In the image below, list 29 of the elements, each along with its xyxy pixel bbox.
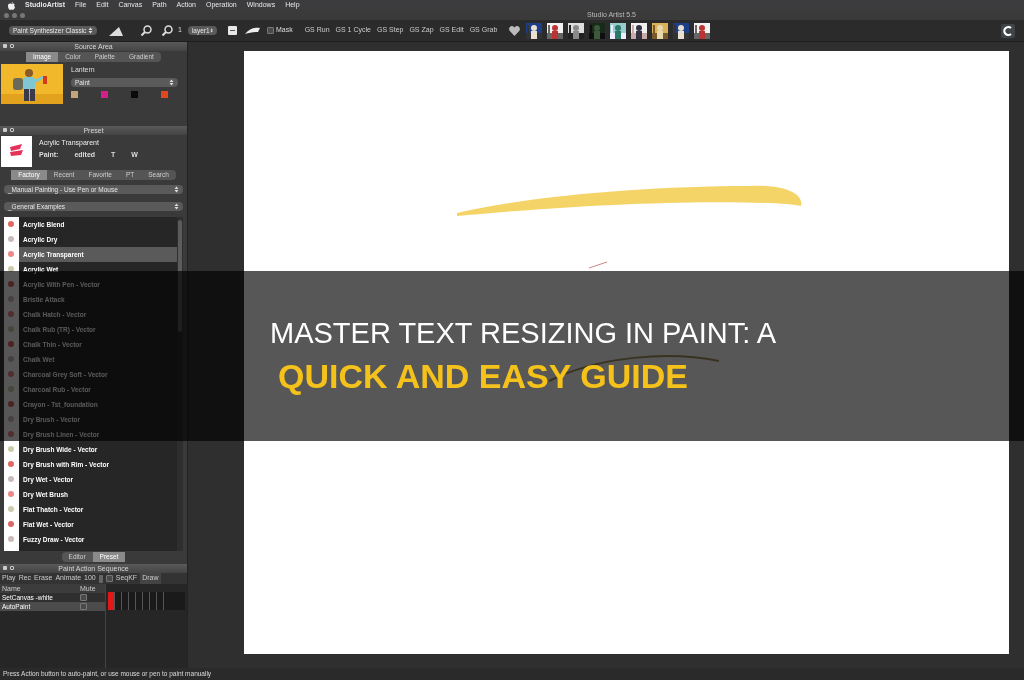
zoom-out-icon[interactable] [162,25,173,36]
preset-thumbnail [1,136,32,167]
scrollbar[interactable] [177,217,183,551]
updown-arrows-icon [174,186,179,193]
updown-arrows-icon [209,27,213,34]
refresh-icon[interactable] [1001,23,1015,38]
mute-checkbox[interactable] [80,603,87,610]
zoom-in-icon[interactable] [141,25,152,36]
color-swatch[interactable] [71,91,78,98]
apple-icon[interactable] [8,1,15,10]
seqkf-checkbox[interactable] [105,575,113,582]
updown-arrows-icon [174,203,179,210]
collapse-icon[interactable] [10,44,14,48]
updown-arrows-icon [88,27,93,34]
mask-checkbox[interactable] [266,27,274,34]
color-swatch[interactable] [161,91,168,98]
canvas[interactable] [244,51,1009,654]
banner-title: QUICK AND EASY GUIDE [277,356,689,396]
mute-checkbox[interactable] [80,594,87,601]
heart-icon[interactable] [509,25,521,36]
banner-title: MASTER TEXT RESIZING IN PAINT: A [270,316,777,350]
keyframe-cell[interactable] [108,601,115,610]
brush-preview-icon[interactable] [227,26,237,35]
keyframe-cell[interactable] [108,592,115,601]
color-swatch[interactable] [131,91,138,98]
updown-arrows-icon [169,79,174,86]
color-swatch[interactable] [101,91,108,98]
collapse-icon[interactable] [10,566,14,570]
collapse-icon[interactable] [10,128,14,132]
